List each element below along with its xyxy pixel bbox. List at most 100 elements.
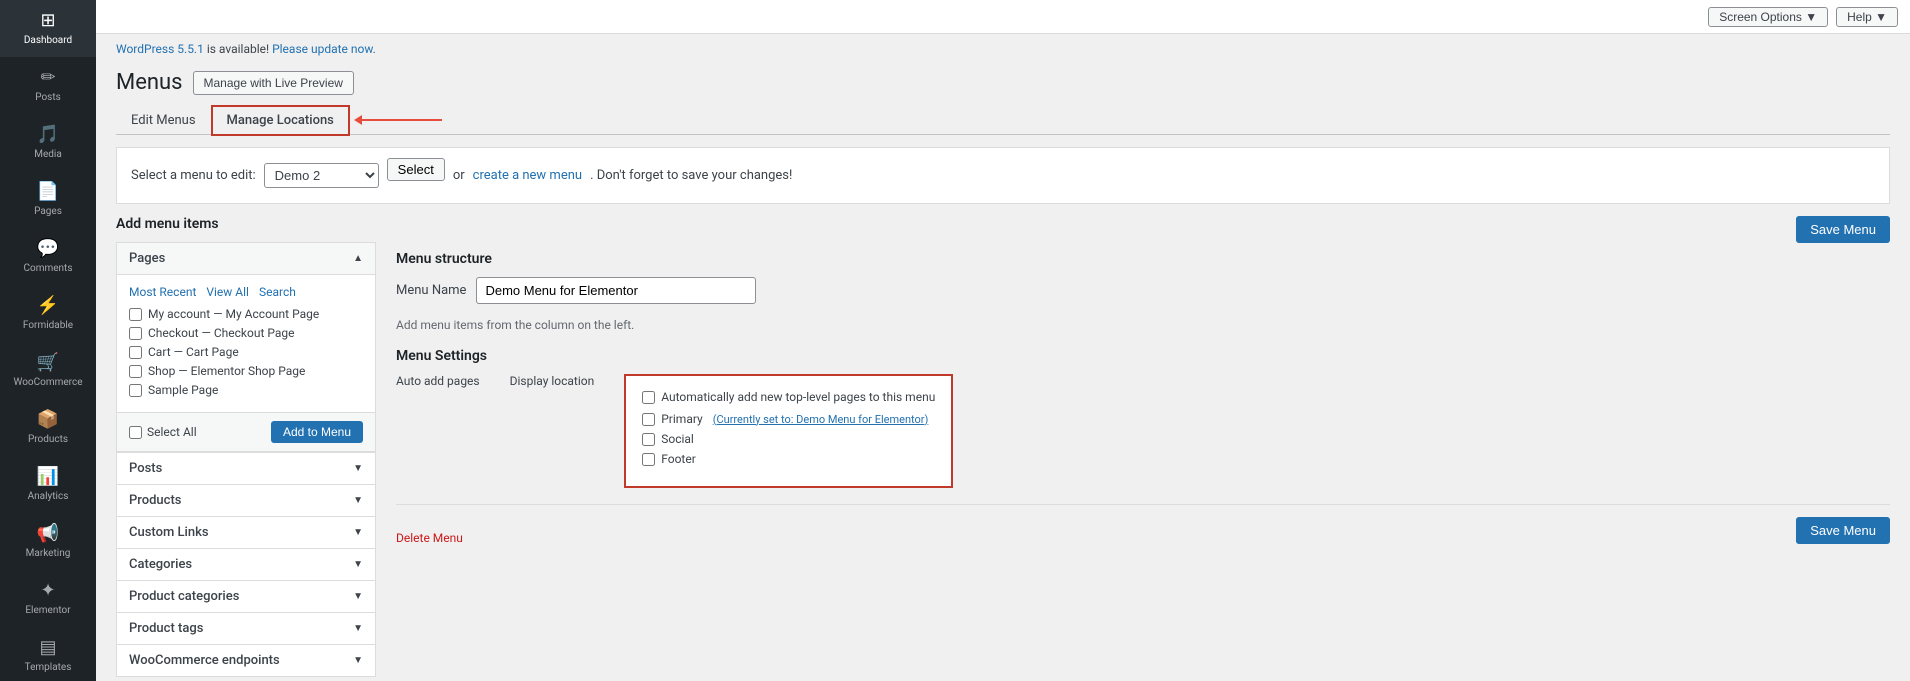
sidebar-item-media[interactable]: 🎵 Media	[0, 114, 96, 171]
woocommerce-endpoints-label: WooCommerce endpoints	[129, 653, 280, 668]
top-save-row: Save Menu	[396, 216, 1890, 243]
screen-options-button[interactable]: Screen Options ▼	[1708, 7, 1828, 27]
media-icon: 🎵	[37, 124, 59, 145]
menu-name-row: Menu Name	[396, 277, 1890, 304]
custom-links-accordion-header[interactable]: Custom Links ▼	[117, 517, 375, 548]
help-button[interactable]: Help ▼	[1836, 7, 1898, 27]
page-item-cart: Cart — Cart Page	[129, 345, 363, 359]
page-label: Shop — Elementor Shop Page	[148, 364, 305, 378]
products-accordion-header[interactable]: Products ▼	[117, 485, 375, 516]
page-checkbox-cart[interactable]	[129, 346, 142, 359]
chevron-down-icon: ▼	[353, 655, 363, 666]
location-footer: Footer	[642, 452, 935, 466]
menu-name-input[interactable]	[476, 277, 756, 304]
page-label: Cart — Cart Page	[148, 345, 239, 359]
sidebar-item-marketing[interactable]: 📢 Marketing	[0, 513, 96, 570]
location-primary: Primary (Currently set to: Demo Menu for…	[642, 412, 935, 426]
auto-add-checkbox-label: Automatically add new top-level pages to…	[661, 390, 935, 404]
most-recent-tab[interactable]: Most Recent	[129, 285, 196, 299]
arrow-annotation	[354, 115, 442, 125]
select-all-checkbox[interactable]	[129, 426, 142, 439]
products-accordion: Products ▼	[116, 485, 376, 517]
update-notice-text: is available!	[207, 42, 272, 56]
settings-layout: Auto add pages Display location Automati…	[396, 374, 1890, 488]
auto-add-label: Auto add pages	[396, 374, 480, 388]
sidebar-item-analytics[interactable]: 📊 Analytics	[0, 456, 96, 513]
products-label: Products	[129, 493, 181, 508]
update-notice: WordPress 5.5.1 is available! Please upd…	[116, 34, 1890, 62]
sidebar-item-pages[interactable]: 📄 Pages	[0, 171, 96, 228]
accordion-tabs: Most Recent View All Search	[129, 285, 363, 299]
posts-accordion-header[interactable]: Posts ▼	[117, 453, 375, 484]
view-all-tab[interactable]: View All	[206, 285, 249, 299]
chevron-down-icon: ▼	[353, 559, 363, 570]
location-primary-checkbox[interactable]	[642, 413, 655, 426]
posts-icon: ✏	[40, 67, 55, 88]
page-checkbox-checkout[interactable]	[129, 327, 142, 340]
select-all-label[interactable]: Select All	[129, 425, 197, 439]
menu-instructions: Add menu items from the column on the le…	[396, 318, 1890, 332]
formidable-icon: ⚡	[37, 295, 59, 316]
location-social-checkbox[interactable]	[642, 433, 655, 446]
product-tags-accordion-header[interactable]: Product tags ▼	[117, 613, 375, 644]
custom-links-accordion: Custom Links ▼	[116, 517, 376, 549]
sidebar-item-formidable[interactable]: ⚡ Formidable	[0, 285, 96, 342]
menu-settings-section: Menu Settings Auto add pages Display loc…	[396, 348, 1890, 488]
menu-settings-title: Menu Settings	[396, 348, 1890, 364]
sidebar-item-woocommerce[interactable]: 🛒 WooCommerce	[0, 342, 96, 399]
update-now-link[interactable]: Please update now.	[272, 42, 376, 56]
elementor-icon: ✦	[40, 580, 55, 601]
product-categories-accordion-header[interactable]: Product categories ▼	[117, 581, 375, 612]
page-checkbox-sample[interactable]	[129, 384, 142, 397]
save-menu-button-bottom[interactable]: Save Menu	[1796, 517, 1890, 544]
search-tab[interactable]: Search	[259, 285, 296, 299]
sidebar-item-label: Pages	[34, 206, 62, 218]
categories-accordion: Categories ▼	[116, 549, 376, 581]
sidebar-item-comments[interactable]: 💬 Comments	[0, 228, 96, 285]
pages-accordion-body: Most Recent View All Search My account —…	[117, 275, 375, 413]
categories-accordion-header[interactable]: Categories ▼	[117, 549, 375, 580]
save-menu-button-top[interactable]: Save Menu	[1796, 216, 1890, 243]
select-button[interactable]: Select	[387, 158, 445, 181]
tab-manage-locations[interactable]: Manage Locations	[211, 105, 350, 136]
select-menu-label: Select a menu to edit:	[131, 168, 256, 183]
chevron-up-icon: ▲	[353, 253, 363, 264]
sidebar-item-dashboard[interactable]: ⊞ Dashboard	[0, 0, 96, 57]
add-to-menu-button[interactable]: Add to Menu	[271, 421, 363, 443]
sidebar: ⊞ Dashboard ✏ Posts 🎵 Media 📄 Pages 💬 Co…	[0, 0, 96, 681]
reminder-text: . Don't forget to save your changes!	[590, 168, 792, 183]
location-footer-label: Footer	[661, 452, 696, 466]
display-location-group: Display location	[510, 374, 595, 394]
sidebar-item-label: Media	[34, 149, 62, 161]
auto-add-checkbox[interactable]	[642, 391, 655, 404]
tab-edit-menus[interactable]: Edit Menus	[116, 106, 211, 134]
sidebar-item-label: Analytics	[28, 491, 69, 503]
manage-preview-button[interactable]: Manage with Live Preview	[193, 71, 354, 95]
delete-menu-link[interactable]: Delete Menu	[396, 531, 463, 545]
sidebar-item-posts[interactable]: ✏ Posts	[0, 57, 96, 114]
chevron-down-icon: ▼	[353, 591, 363, 602]
sidebar-item-elementor[interactable]: ✦ Elementor	[0, 570, 96, 627]
pages-accordion-header[interactable]: Pages ▲	[117, 243, 375, 275]
chevron-down-icon: ▼	[353, 495, 363, 506]
left-column: Add menu items Pages ▲ Most Recent View …	[116, 216, 376, 677]
create-new-menu-link[interactable]: create a new menu	[473, 168, 582, 183]
page-checkbox-shop[interactable]	[129, 365, 142, 378]
woocommerce-endpoints-accordion-header[interactable]: WooCommerce endpoints ▼	[117, 645, 375, 676]
product-tags-label: Product tags	[129, 621, 203, 636]
page-label: Sample Page	[148, 383, 218, 397]
page-item-myaccount: My account — My Account Page	[129, 307, 363, 321]
location-footer-checkbox[interactable]	[642, 453, 655, 466]
sidebar-item-label: WooCommerce	[13, 377, 82, 389]
wp-version-link[interactable]: WordPress 5.5.1	[116, 42, 204, 56]
location-social-label: Social	[661, 432, 694, 446]
sidebar-item-templates[interactable]: ▤ Templates	[0, 627, 96, 681]
primary-note-link[interactable]: (Currently set to: Demo Menu for Element…	[713, 413, 929, 426]
menu-select[interactable]: Demo 2 Demo 1 Primary Menu	[264, 163, 379, 188]
categories-label: Categories	[129, 557, 192, 572]
topbar: Screen Options ▼ Help ▼	[96, 0, 1910, 34]
sidebar-item-label: Templates	[25, 662, 72, 674]
sidebar-item-products[interactable]: 📦 Products	[0, 399, 96, 456]
page-checkbox-myaccount[interactable]	[129, 308, 142, 321]
sidebar-item-label: Comments	[23, 263, 72, 275]
